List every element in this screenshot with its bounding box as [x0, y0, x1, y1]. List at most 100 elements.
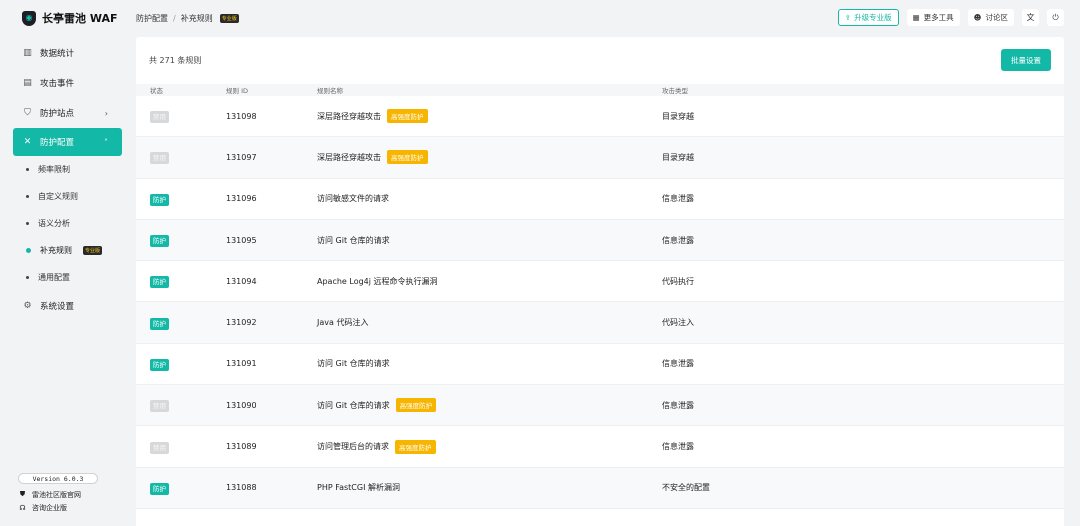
status-badge[interactable]: 防护 — [150, 358, 169, 371]
sidebar-item-system-settings[interactable]: ⚙ 系统设置 — [0, 291, 122, 321]
link-label: 雷池社区版官网 — [32, 490, 81, 499]
column-header-name: 规则名称 — [317, 87, 343, 95]
more-tools-button[interactable]: ▦ 更多工具 — [906, 9, 960, 26]
high-protection-badge: 高强度防护 — [395, 439, 436, 454]
upgrade-button[interactable]: ⇪ 升级专业版 — [837, 9, 899, 26]
shield-small-icon: ⛊ — [19, 490, 26, 498]
column-header-status: 状态 — [150, 87, 163, 95]
sidebar-subitem-supplement-rules[interactable]: 补充规则 专业版 — [0, 237, 130, 264]
attack-type: 信息泄露 — [662, 235, 694, 245]
sidebar-subitem-rate-limit[interactable]: 频率限制 — [0, 156, 130, 183]
sidebar-item-events[interactable]: ▤ 攻击事件 — [0, 68, 122, 98]
rule-name-cell: 访问管理后台的请求 高强度防护 — [317, 439, 436, 454]
rule-name-cell: 访问 Git 仓库的请求 高强度防护 — [317, 398, 437, 413]
status-cell: 禁用 — [150, 111, 169, 124]
status-badge[interactable]: 禁用 — [150, 400, 169, 413]
rule-name: 访问管理后台的请求 — [317, 442, 389, 452]
status-cell: 防护 — [150, 358, 169, 371]
chevron-right-icon: › — [104, 108, 108, 118]
rule-name: 访问 Git 仓库的请求 — [317, 235, 390, 245]
shield-icon: ⛉ — [24, 108, 31, 118]
brand-name: 长亭雷池 WAF — [42, 12, 118, 25]
status-cell: 禁用 — [150, 441, 169, 454]
status-badge[interactable]: 防护 — [150, 317, 169, 330]
sidebar-item-label: 攻击事件 — [40, 79, 75, 89]
high-protection-badge: 高强度防护 — [395, 398, 437, 413]
language-icon[interactable]: 文 — [1022, 9, 1039, 26]
status-badge[interactable]: 禁用 — [150, 152, 169, 165]
sidebar-subitem-label: 自定义规则 — [38, 192, 78, 201]
status-badge[interactable]: 防护 — [150, 193, 169, 206]
sidebar-nav: ▥ 数据统计 ▤ 攻击事件 ⛉ 防护站点 › ✕ 防护配置 ˄ 频率限制 自定义… — [0, 36, 130, 321]
status-badge[interactable]: 禁用 — [150, 441, 169, 454]
table-row[interactable]: 防护 131091 访问 Git 仓库的请求 信息泄露 — [136, 344, 1064, 386]
breadcrumb: 防护配置 / 补充规则 专业版 — [136, 13, 239, 24]
sidebar: ◉ 长亭雷池 WAF ▥ 数据统计 ▤ 攻击事件 ⛉ 防护站点 › ✕ 防护配置… — [0, 0, 130, 526]
attack-type: 信息泄露 — [662, 442, 694, 452]
enterprise-consult-link[interactable]: ☊ 咨询企业版 — [18, 501, 118, 514]
community-site-link[interactable]: ⛊ 雷池社区版官网 — [18, 488, 118, 501]
total-count: 共 271 条规则 — [149, 56, 202, 65]
bullet-icon — [26, 168, 29, 171]
brand-logo[interactable]: ◉ 长亭雷池 WAF — [0, 0, 130, 36]
status-badge[interactable]: 防护 — [150, 235, 169, 248]
active-bullet-icon — [26, 248, 31, 253]
grid-icon: ▦ — [912, 13, 920, 22]
pro-badge: 专业版 — [83, 246, 103, 255]
table-row[interactable]: 禁用 131097 深层路径穿越攻击 高强度防护 目录穿越 — [136, 137, 1064, 179]
table-row[interactable]: 禁用 131098 深层路径穿越攻击 高强度防护 目录穿越 — [136, 96, 1064, 138]
sidebar-subitem-general-config[interactable]: 通用配置 — [0, 264, 130, 291]
rule-id: 131095 — [226, 235, 257, 245]
rule-name-cell: 访问 Git 仓库的请求 — [317, 358, 390, 369]
rule-id: 131092 — [226, 318, 257, 328]
rule-name: PHP FastCGI 解析漏洞 — [317, 483, 400, 493]
table-row[interactable]: 禁用 131089 访问管理后台的请求 高强度防护 信息泄露 — [136, 426, 1064, 468]
sidebar-item-label: 防护站点 — [40, 109, 75, 119]
rules-panel: 共 271 条规则 批量设置 状态 规则 ID 规则名称 攻击类型 禁用 1310… — [136, 37, 1064, 526]
rule-name: 深层路径穿越攻击 — [317, 152, 381, 162]
sidebar-subitem-label: 通用配置 — [38, 273, 70, 282]
rule-name-cell: 访问 Git 仓库的请求 — [317, 235, 390, 246]
rule-name-cell: 深层路径穿越攻击 高强度防护 — [317, 109, 428, 124]
attack-type: 代码执行 — [662, 276, 694, 286]
forum-label: 讨论区 — [985, 13, 1009, 22]
sidebar-item-sites[interactable]: ⛉ 防护站点 › — [0, 98, 122, 128]
table-row[interactable]: 防护 131092 Java 代码注入 代码注入 — [136, 302, 1064, 344]
table-row[interactable]: 防护 131096 访问敏感文件的请求 信息泄露 — [136, 179, 1064, 220]
rule-name: 访问敏感文件的请求 — [317, 194, 389, 204]
sidebar-item-protection-config[interactable]: ✕ 防护配置 ˄ — [13, 128, 122, 156]
breadcrumb-item[interactable]: 防护配置 — [136, 13, 168, 24]
header-actions: ⇪ 升级专业版 ▦ 更多工具 ☻ 讨论区 文 ⏻ — [837, 9, 1064, 26]
table-row[interactable]: 禁用 131090 访问 Git 仓库的请求 高强度防护 信息泄露 — [136, 385, 1064, 427]
attack-type: 不安全的配置 — [662, 483, 710, 493]
bullet-icon — [26, 276, 29, 279]
column-header-id: 规则 ID — [226, 87, 248, 95]
sidebar-item-stats[interactable]: ▥ 数据统计 — [0, 38, 122, 68]
status-cell: 防护 — [150, 193, 169, 206]
sidebar-subitem-semantic[interactable]: 语义分析 — [0, 210, 130, 237]
logout-icon[interactable]: ⏻ — [1047, 9, 1064, 26]
status-badge[interactable]: 禁用 — [150, 111, 169, 124]
status-cell: 禁用 — [150, 152, 169, 165]
forum-button[interactable]: ☻ 讨论区 — [967, 9, 1014, 26]
sidebar-subitem-custom-rules[interactable]: 自定义规则 — [0, 183, 130, 210]
rules-toolbar: 共 271 条规则 批量设置 — [136, 37, 1064, 84]
sidebar-item-label: 防护配置 — [40, 138, 75, 148]
rule-name: Apache Log4j 远程命令执行漏洞 — [317, 276, 438, 286]
rule-id: 131091 — [226, 359, 257, 369]
status-badge[interactable]: 防护 — [150, 276, 169, 289]
upgrade-icon: ⇪ — [844, 13, 852, 22]
rule-id: 131098 — [226, 111, 257, 121]
table-row[interactable]: 防护 131088 PHP FastCGI 解析漏洞 不安全的配置 — [136, 467, 1064, 509]
status-cell: 禁用 — [150, 400, 169, 413]
chevron-up-icon: ˄ — [104, 137, 108, 147]
batch-settings-button[interactable]: 批量设置 — [1001, 49, 1051, 71]
status-badge[interactable]: 防护 — [150, 482, 169, 495]
link-label: 咨询企业版 — [32, 503, 67, 512]
table-row[interactable]: 防护 131094 Apache Log4j 远程命令执行漏洞 代码执行 — [136, 261, 1064, 303]
status-cell: 防护 — [150, 482, 169, 495]
more-tools-label: 更多工具 — [923, 13, 954, 22]
table-row[interactable]: 防护 131095 访问 Git 仓库的请求 信息泄露 — [136, 219, 1064, 262]
rule-name: 访问 Git 仓库的请求 — [317, 359, 390, 369]
rules-table-body: 禁用 131098 深层路径穿越攻击 高强度防护 目录穿越 禁用 131097 深层路径穿越攻… — [136, 96, 1064, 509]
